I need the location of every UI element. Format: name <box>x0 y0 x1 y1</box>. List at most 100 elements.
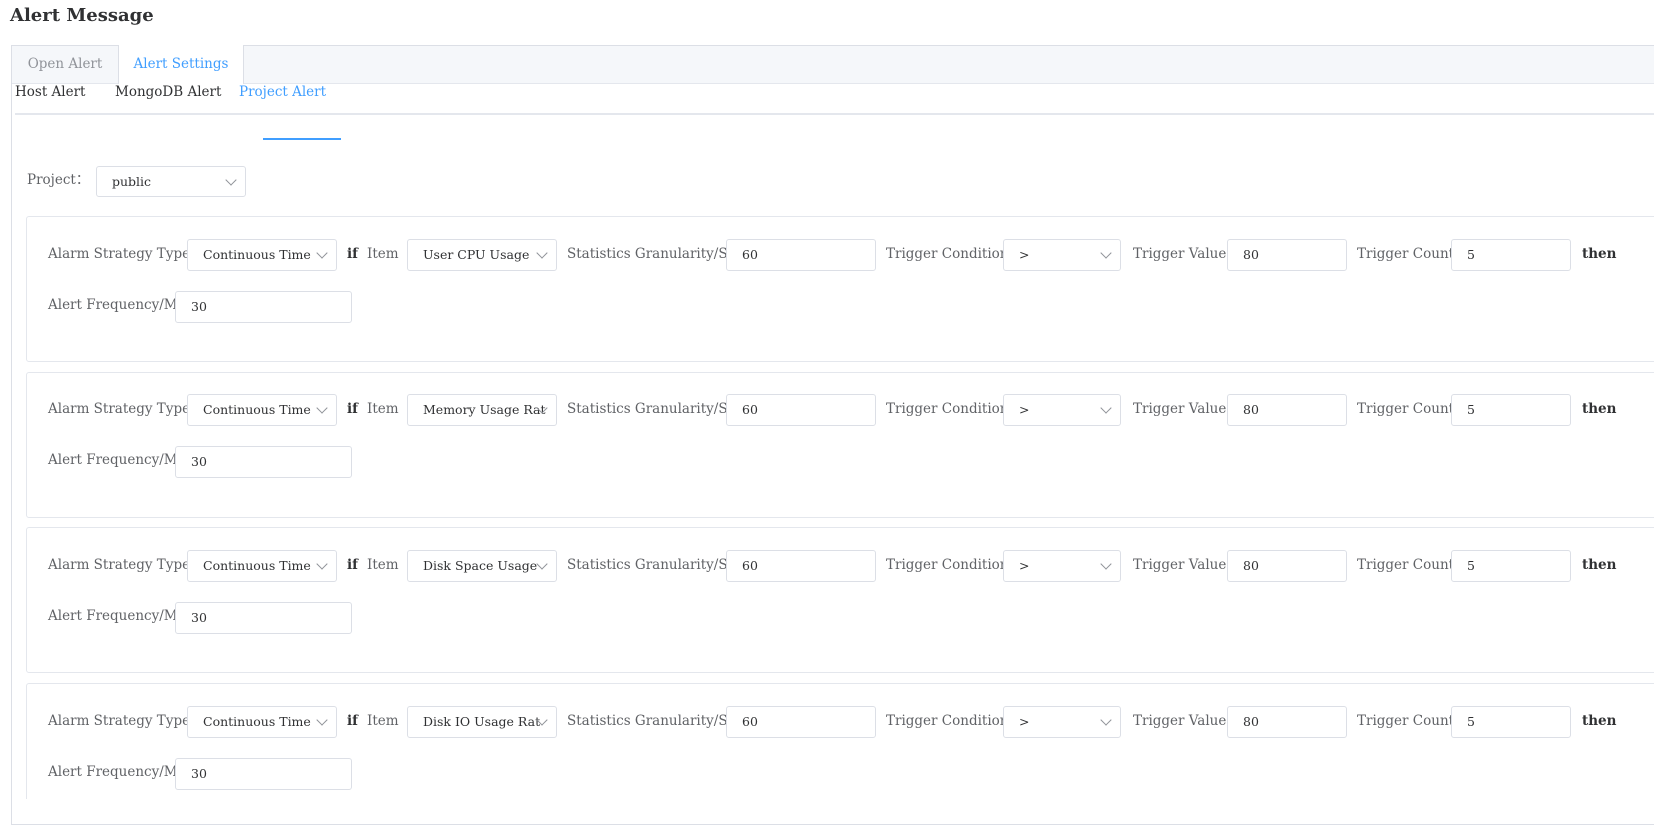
trigger-condition-select[interactable]: > <box>1003 706 1121 738</box>
granularity-value: 60 <box>742 402 758 417</box>
trigger-value-label: Trigger Value <box>1133 557 1227 573</box>
strategy-type-select[interactable]: Continuous Time <box>187 239 337 271</box>
trigger-value-input[interactable]: 80 <box>1227 706 1347 738</box>
tab-host-alert[interactable]: Host Alert <box>15 71 85 113</box>
granularity-label: Statistics Granularity/S <box>567 557 728 573</box>
strategy-type-value: Continuous Time <box>203 402 311 417</box>
granularity-label: Statistics Granularity/S <box>567 401 728 417</box>
item-value: User CPU Usage <box>423 247 530 262</box>
then-keyword: then <box>1582 557 1617 573</box>
trigger-condition-select[interactable]: > <box>1003 394 1121 426</box>
if-keyword: if <box>347 246 358 262</box>
granularity-value: 60 <box>742 558 758 573</box>
granularity-label: Statistics Granularity/S <box>567 246 728 262</box>
alert-frequency-label: Alert Frequency/M <box>48 297 178 313</box>
rule-card: Alarm Strategy Type Continuous Time if I… <box>26 372 1654 518</box>
strategy-type-value: Continuous Time <box>203 247 311 262</box>
item-label: Item <box>367 246 399 262</box>
granularity-label: Statistics Granularity/S <box>567 713 728 729</box>
item-value: Disk Space Usage <box>423 558 538 573</box>
item-value: Memory Usage Rat <box>423 402 546 417</box>
trigger-count-label: Trigger Count <box>1357 557 1455 573</box>
strategy-type-label: Alarm Strategy Type <box>48 713 191 729</box>
trigger-condition-label: Trigger Condition <box>886 557 1009 573</box>
tab-project-alert[interactable]: Project Alert <box>239 71 326 113</box>
trigger-count-input[interactable]: 5 <box>1451 550 1571 582</box>
granularity-input[interactable]: 60 <box>726 239 876 271</box>
strategy-type-select[interactable]: Continuous Time <box>187 550 337 582</box>
item-select[interactable]: User CPU Usage <box>407 239 557 271</box>
item-label: Item <box>367 557 399 573</box>
granularity-input[interactable]: 60 <box>726 706 876 738</box>
trigger-count-input[interactable]: 5 <box>1451 706 1571 738</box>
if-keyword: if <box>347 557 358 573</box>
rule-card: Alarm Strategy Type Continuous Time if I… <box>26 216 1654 362</box>
trigger-value-input[interactable]: 80 <box>1227 239 1347 271</box>
strategy-type-label: Alarm Strategy Type <box>48 401 191 417</box>
alert-frequency-value: 30 <box>191 299 207 314</box>
rule-card: Alarm Strategy Type Continuous Time if I… <box>26 683 1654 799</box>
trigger-value-label: Trigger Value <box>1133 246 1227 262</box>
granularity-value: 60 <box>742 714 758 729</box>
strategy-type-select[interactable]: Continuous Time <box>187 394 337 426</box>
trigger-count-label: Trigger Count <box>1357 401 1455 417</box>
trigger-condition-select[interactable]: > <box>1003 550 1121 582</box>
then-keyword: then <box>1582 246 1617 262</box>
trigger-value-value: 80 <box>1243 247 1259 262</box>
inner-tab-bar: Host Alert MongoDB Alert Project Alert <box>15 71 1654 115</box>
alert-frequency-label: Alert Frequency/M <box>48 452 178 468</box>
trigger-count-value: 5 <box>1467 402 1475 417</box>
trigger-count-input[interactable]: 5 <box>1451 239 1571 271</box>
if-keyword: if <box>347 401 358 417</box>
trigger-condition-select[interactable]: > <box>1003 239 1121 271</box>
trigger-condition-label: Trigger Condition <box>886 713 1009 729</box>
granularity-input[interactable]: 60 <box>726 394 876 426</box>
trigger-value-value: 80 <box>1243 402 1259 417</box>
item-label: Item <box>367 401 399 417</box>
strategy-type-value: Continuous Time <box>203 558 311 573</box>
then-keyword: then <box>1582 401 1617 417</box>
trigger-condition-label: Trigger Condition <box>886 401 1009 417</box>
trigger-value-input[interactable]: 80 <box>1227 550 1347 582</box>
trigger-count-value: 5 <box>1467 247 1475 262</box>
tab-mongodb-alert[interactable]: MongoDB Alert <box>115 71 221 113</box>
alert-frequency-value: 30 <box>191 454 207 469</box>
project-select[interactable]: public <box>96 166 246 197</box>
trigger-count-label: Trigger Count <box>1357 713 1455 729</box>
strategy-type-label: Alarm Strategy Type <box>48 557 191 573</box>
granularity-value: 60 <box>742 247 758 262</box>
alert-frequency-label: Alert Frequency/M <box>48 764 178 780</box>
alert-frequency-input[interactable]: 30 <box>175 446 352 478</box>
rule-card: Alarm Strategy Type Continuous Time if I… <box>26 527 1654 673</box>
trigger-value-value: 80 <box>1243 714 1259 729</box>
granularity-input[interactable]: 60 <box>726 550 876 582</box>
project-label: Project： <box>27 172 90 188</box>
trigger-value-label: Trigger Value <box>1133 401 1227 417</box>
item-select[interactable]: Disk IO Usage Rat <box>407 706 557 738</box>
item-select[interactable]: Disk Space Usage <box>407 550 557 582</box>
alert-frequency-value: 30 <box>191 766 207 781</box>
trigger-condition-label: Trigger Condition <box>886 246 1009 262</box>
alert-frequency-value: 30 <box>191 610 207 625</box>
trigger-count-label: Trigger Count <box>1357 246 1455 262</box>
trigger-value-input[interactable]: 80 <box>1227 394 1347 426</box>
then-keyword: then <box>1582 713 1617 729</box>
item-label: Item <box>367 713 399 729</box>
trigger-count-value: 5 <box>1467 714 1475 729</box>
trigger-value-value: 80 <box>1243 558 1259 573</box>
alert-frequency-input[interactable]: 30 <box>175 758 352 790</box>
item-select[interactable]: Memory Usage Rat <box>407 394 557 426</box>
page-title: Alert Message <box>10 5 154 26</box>
strategy-type-label: Alarm Strategy Type <box>48 246 191 262</box>
strategy-type-select[interactable]: Continuous Time <box>187 706 337 738</box>
trigger-count-value: 5 <box>1467 558 1475 573</box>
alert-frequency-input[interactable]: 30 <box>175 602 352 634</box>
alert-frequency-input[interactable]: 30 <box>175 291 352 323</box>
project-select-value: public <box>112 174 152 189</box>
trigger-value-label: Trigger Value <box>1133 713 1227 729</box>
trigger-count-input[interactable]: 5 <box>1451 394 1571 426</box>
alert-frequency-label: Alert Frequency/M <box>48 608 178 624</box>
item-value: Disk IO Usage Rat <box>423 714 541 729</box>
active-tab-indicator <box>263 138 341 140</box>
strategy-type-value: Continuous Time <box>203 714 311 729</box>
